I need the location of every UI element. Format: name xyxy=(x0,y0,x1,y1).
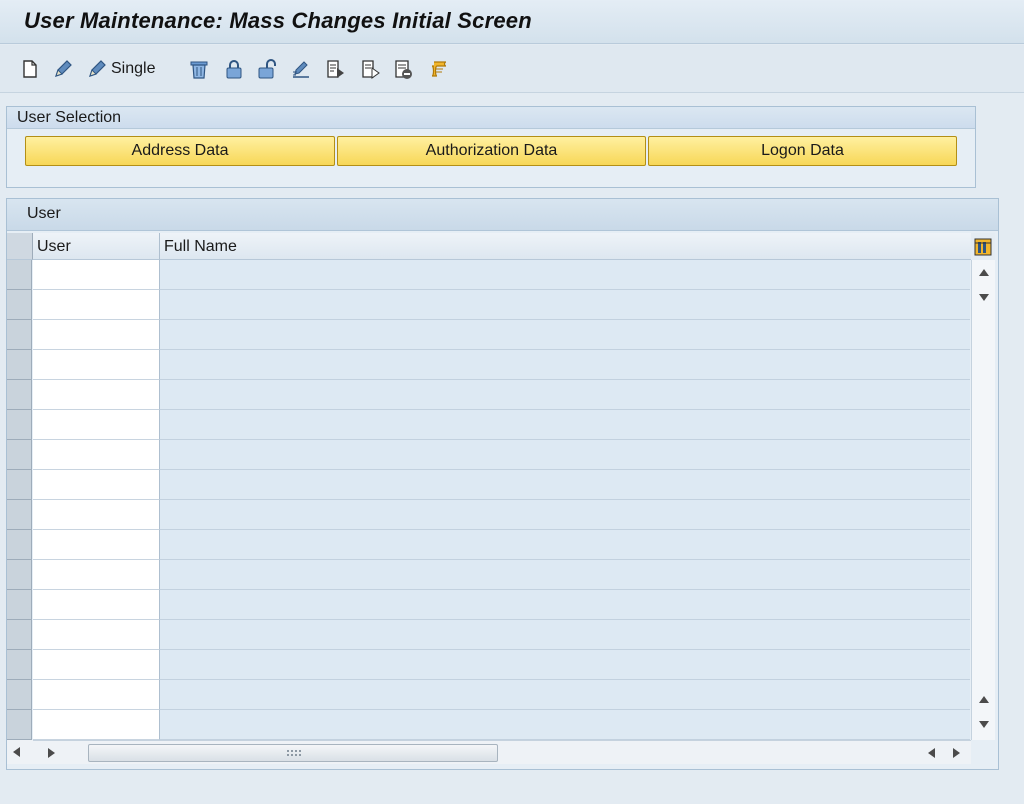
row-selector[interactable] xyxy=(7,530,32,560)
column-settings-button[interactable] xyxy=(971,233,995,260)
column-settings-icon xyxy=(974,238,992,255)
full-name-cell xyxy=(160,680,970,710)
row-selector[interactable] xyxy=(7,710,32,740)
delete-icon xyxy=(190,61,208,79)
single-label: Single xyxy=(111,60,156,77)
user-cell-input[interactable] xyxy=(33,710,160,740)
change-button[interactable] xyxy=(50,55,76,83)
row-selector[interactable] xyxy=(7,320,32,350)
address-data-button[interactable]: Address Data xyxy=(25,136,335,166)
vertical-scrollbar[interactable] xyxy=(971,260,995,740)
document-minus-button[interactable] xyxy=(390,55,416,83)
column-header-user[interactable]: User xyxy=(33,233,160,260)
row-selector[interactable] xyxy=(7,650,32,680)
user-cell-input[interactable] xyxy=(33,560,160,590)
unlock-button[interactable] xyxy=(254,55,280,83)
user-table: User User Full Name xyxy=(6,198,999,770)
row-selector[interactable] xyxy=(7,350,32,380)
single-pencil-icon xyxy=(89,60,106,77)
full-name-cell xyxy=(160,650,970,680)
user-cell-input[interactable] xyxy=(33,470,160,500)
scroll-button[interactable] xyxy=(426,55,452,83)
scroll-far-right-arrow-icon[interactable] xyxy=(953,748,960,758)
horizontal-scrollbar[interactable] xyxy=(33,740,971,764)
user-cell-input[interactable] xyxy=(33,680,160,710)
scroll-far-left-arrow-icon[interactable] xyxy=(928,748,935,758)
pencil-doc-button[interactable] xyxy=(288,55,314,83)
scroll-page-down-arrow-icon[interactable] xyxy=(979,721,989,728)
user-cell-input[interactable] xyxy=(33,410,160,440)
delete-button[interactable] xyxy=(186,55,212,83)
change-pencil-icon xyxy=(55,60,72,77)
user-cell-input[interactable] xyxy=(33,590,160,620)
user-selection-title: User Selection xyxy=(7,107,975,129)
document-minus-icon xyxy=(395,60,412,79)
row-selector[interactable] xyxy=(7,440,32,470)
full-name-cell xyxy=(160,380,970,410)
user-cell-input[interactable] xyxy=(33,620,160,650)
scroll-icon xyxy=(431,61,447,77)
authorization-data-button[interactable]: Authorization Data xyxy=(337,136,646,166)
user-cell-input[interactable] xyxy=(33,530,160,560)
lock-icon xyxy=(226,60,242,79)
user-table-title: User xyxy=(7,199,998,231)
document-arrow-outline-button[interactable] xyxy=(357,55,383,83)
row-selector[interactable] xyxy=(7,290,32,320)
hscroll-left-controls xyxy=(7,740,33,764)
select-all-cell[interactable] xyxy=(7,233,33,260)
user-cell-input[interactable] xyxy=(33,260,160,290)
title-bar: User Maintenance: Mass Changes Initial S… xyxy=(0,0,1024,44)
user-cell-input[interactable] xyxy=(33,290,160,320)
application-toolbar: Single xyxy=(0,45,1024,93)
user-cell-input[interactable] xyxy=(33,350,160,380)
document-arrow-outline-icon xyxy=(362,60,380,79)
row-selector[interactable] xyxy=(7,260,32,290)
scroll-up-arrow-icon[interactable] xyxy=(979,269,989,276)
scroll-left-arrow-icon[interactable] xyxy=(13,747,20,757)
row-selector[interactable] xyxy=(7,470,32,500)
full-name-cell xyxy=(160,410,970,440)
user-selection-group: User Selection Address Data Authorizatio… xyxy=(6,106,976,188)
lock-button[interactable] xyxy=(221,55,247,83)
full-name-cell xyxy=(160,260,970,290)
page-title: User Maintenance: Mass Changes Initial S… xyxy=(24,8,532,33)
single-button[interactable]: Single xyxy=(86,55,164,83)
scroll-right-arrow-icon[interactable] xyxy=(48,748,55,758)
scroll-page-up-arrow-icon[interactable] xyxy=(979,696,989,703)
row-selector[interactable] xyxy=(7,560,32,590)
logon-data-button[interactable]: Logon Data xyxy=(648,136,957,166)
column-header-full-name[interactable]: Full Name xyxy=(160,233,971,260)
grip-icon xyxy=(287,750,301,756)
user-cell-input[interactable] xyxy=(33,650,160,680)
document-arrow-button[interactable] xyxy=(322,55,348,83)
full-name-cell xyxy=(160,470,970,500)
full-name-cell xyxy=(160,530,970,560)
scroll-down-arrow-icon[interactable] xyxy=(979,294,989,301)
user-cell-input[interactable] xyxy=(33,320,160,350)
row-selector[interactable] xyxy=(7,410,32,440)
row-selector[interactable] xyxy=(7,380,32,410)
row-selector[interactable] xyxy=(7,680,32,710)
row-selector[interactable] xyxy=(7,620,32,650)
unlock-icon xyxy=(258,59,276,79)
full-name-cell xyxy=(160,590,970,620)
row-selector[interactable] xyxy=(7,500,32,530)
new-icon xyxy=(23,60,37,78)
full-name-cell xyxy=(160,320,970,350)
user-cell-input[interactable] xyxy=(33,440,160,470)
full-name-cell xyxy=(160,710,970,740)
full-name-cell xyxy=(160,620,970,650)
user-cell-input[interactable] xyxy=(33,380,160,410)
new-button[interactable] xyxy=(18,55,42,83)
document-arrow-icon xyxy=(327,60,344,78)
full-name-cell xyxy=(160,350,970,380)
user-cell-input[interactable] xyxy=(33,500,160,530)
horizontal-scroll-thumb[interactable] xyxy=(88,744,498,762)
full-name-cell xyxy=(160,290,970,320)
full-name-cell xyxy=(160,440,970,470)
full-name-cell xyxy=(160,560,970,590)
full-name-cell xyxy=(160,500,970,530)
row-selector[interactable] xyxy=(7,590,32,620)
pencil-doc-icon xyxy=(293,61,309,78)
